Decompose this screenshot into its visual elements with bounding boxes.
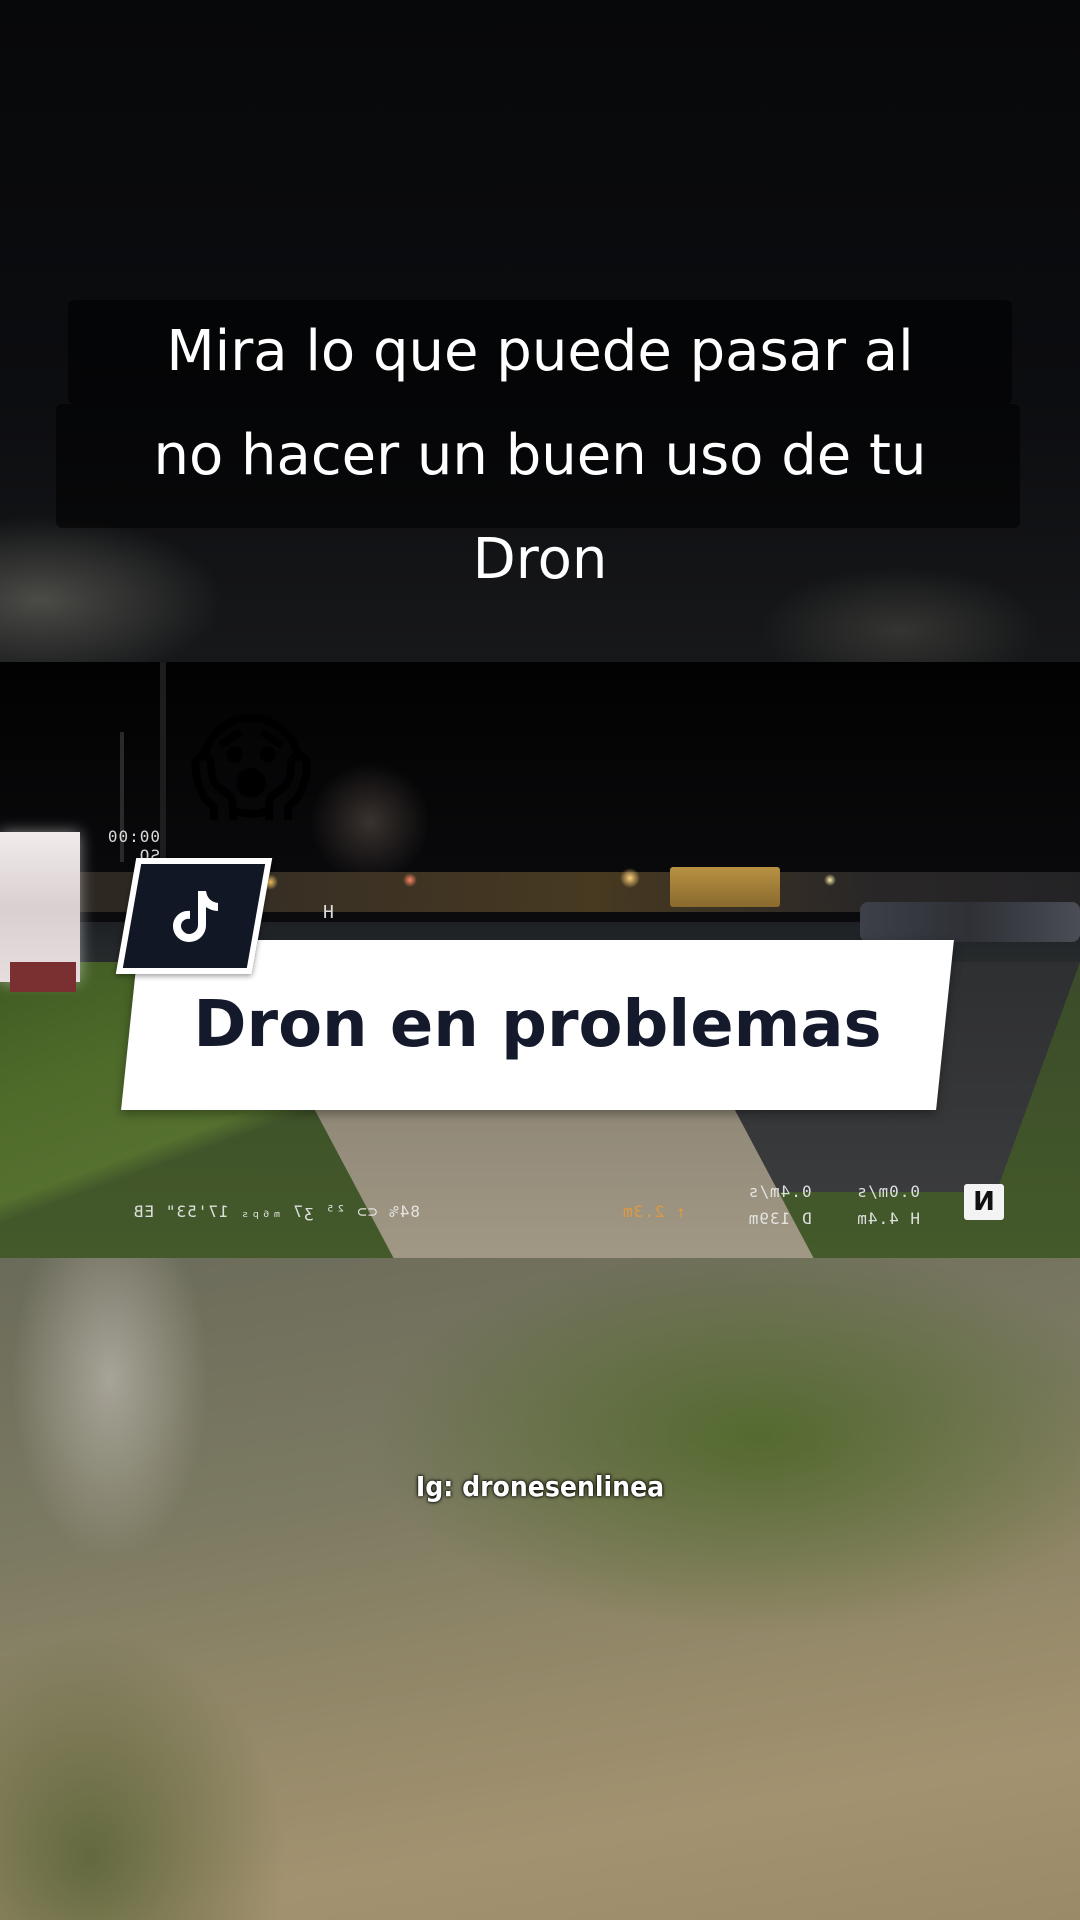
hud-speed-right: 0.0m/s xyxy=(856,1182,920,1201)
hud-speed-left: 0.4m/s xyxy=(747,1182,812,1201)
hud-telemetry: 0.0m/s 0.4m/s H 4.4m D 139m xyxy=(740,1182,920,1228)
blurred-background-bottom xyxy=(0,1258,1080,1920)
hud-timer: 00:00 xyxy=(106,827,160,846)
caption-line-1: Mira lo que puede pasar al xyxy=(166,319,914,384)
hud-distance: D 139m xyxy=(747,1209,812,1228)
video-caption: Mira lo que puede pasar al no hacer un b… xyxy=(40,300,1040,612)
hud-height: H 4.4m xyxy=(856,1209,920,1228)
lit-building xyxy=(670,867,780,907)
caption-line-3: Dron xyxy=(472,527,608,592)
store-sign xyxy=(0,832,80,982)
hud-altitude: ↑ 2.3m xyxy=(622,1202,686,1221)
hud-horizon-marker: H xyxy=(322,902,334,923)
hud-speed-readout: 0.0m/s 0.4m/s xyxy=(740,1182,920,1201)
instagram-watermark: Ig: dronesenlinea xyxy=(415,1470,665,1503)
hud-status-bar: 84% ⊂⊃ ²⁵ ʒ7 ₘ₆ₚₛ 17'53" EB xyxy=(132,1202,420,1221)
store-sign-base xyxy=(10,962,76,992)
tiktok-note-glyph xyxy=(173,891,218,942)
parked-cars xyxy=(860,902,1080,942)
hud-distance-readout: H 4.4m D 139m xyxy=(740,1209,920,1228)
face-screaming-in-fear-icon: 😱 xyxy=(189,699,313,837)
tiktok-logo-icon xyxy=(115,858,273,974)
hud-north-badge: N xyxy=(964,1184,1004,1220)
caption-line-2: no hacer un buen uso de tu xyxy=(153,423,927,488)
